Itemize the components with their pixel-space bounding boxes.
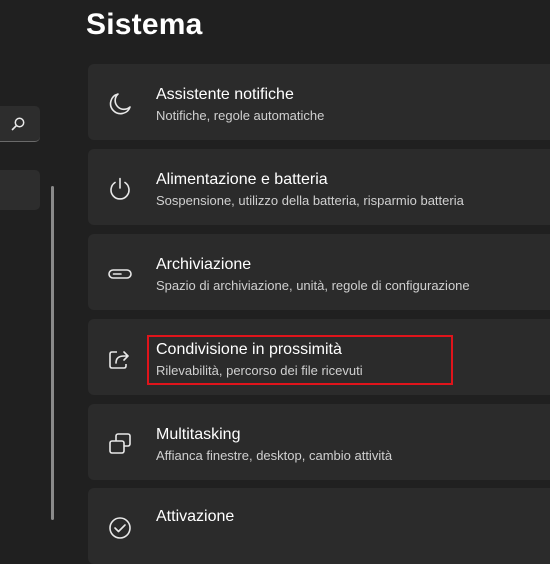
nav-item-selected[interactable] — [0, 170, 40, 210]
settings-item-notifications[interactable]: Assistente notifiche Notifiche, regole a… — [88, 64, 550, 140]
multitasking-icon — [106, 430, 134, 458]
share-icon — [106, 345, 134, 373]
settings-item-multitasking[interactable]: Multitasking Affianca finestre, desktop,… — [88, 404, 550, 480]
item-title: Multitasking — [156, 426, 241, 443]
scrollbar[interactable] — [51, 186, 54, 520]
item-subtitle: Spazio di archiviazione, unità, regole d… — [156, 278, 470, 293]
search-icon — [11, 117, 25, 131]
item-subtitle: Notifiche, regole automatiche — [156, 108, 325, 123]
page-title: Sistema — [86, 8, 203, 41]
navigation-pane — [0, 0, 72, 520]
item-title: Attivazione — [156, 508, 235, 525]
item-title: Archiviazione — [156, 256, 252, 273]
settings-item-activation[interactable]: Attivazione — [88, 488, 550, 564]
item-title: Condivisione in prossimità — [156, 341, 342, 358]
item-subtitle: Sospensione, utilizzo della batteria, ri… — [156, 193, 464, 208]
activation-icon — [106, 514, 134, 542]
moon-icon — [106, 90, 134, 118]
settings-item-nearby-sharing[interactable]: Condivisione in prossimità Rilevabilità,… — [88, 319, 550, 395]
item-title: Assistente notifiche — [156, 86, 294, 103]
power-icon — [106, 175, 134, 203]
settings-item-storage[interactable]: Archiviazione Spazio di archiviazione, u… — [88, 234, 550, 310]
item-subtitle: Affianca finestre, desktop, cambio attiv… — [156, 448, 393, 463]
item-title: Alimentazione e batteria — [156, 171, 328, 188]
item-subtitle: Rilevabilità, percorso dei file ricevuti — [156, 363, 363, 378]
search-button[interactable] — [0, 106, 40, 142]
storage-drive-icon — [106, 260, 134, 288]
settings-item-power-battery[interactable]: Alimentazione e batteria Sospensione, ut… — [88, 149, 550, 225]
